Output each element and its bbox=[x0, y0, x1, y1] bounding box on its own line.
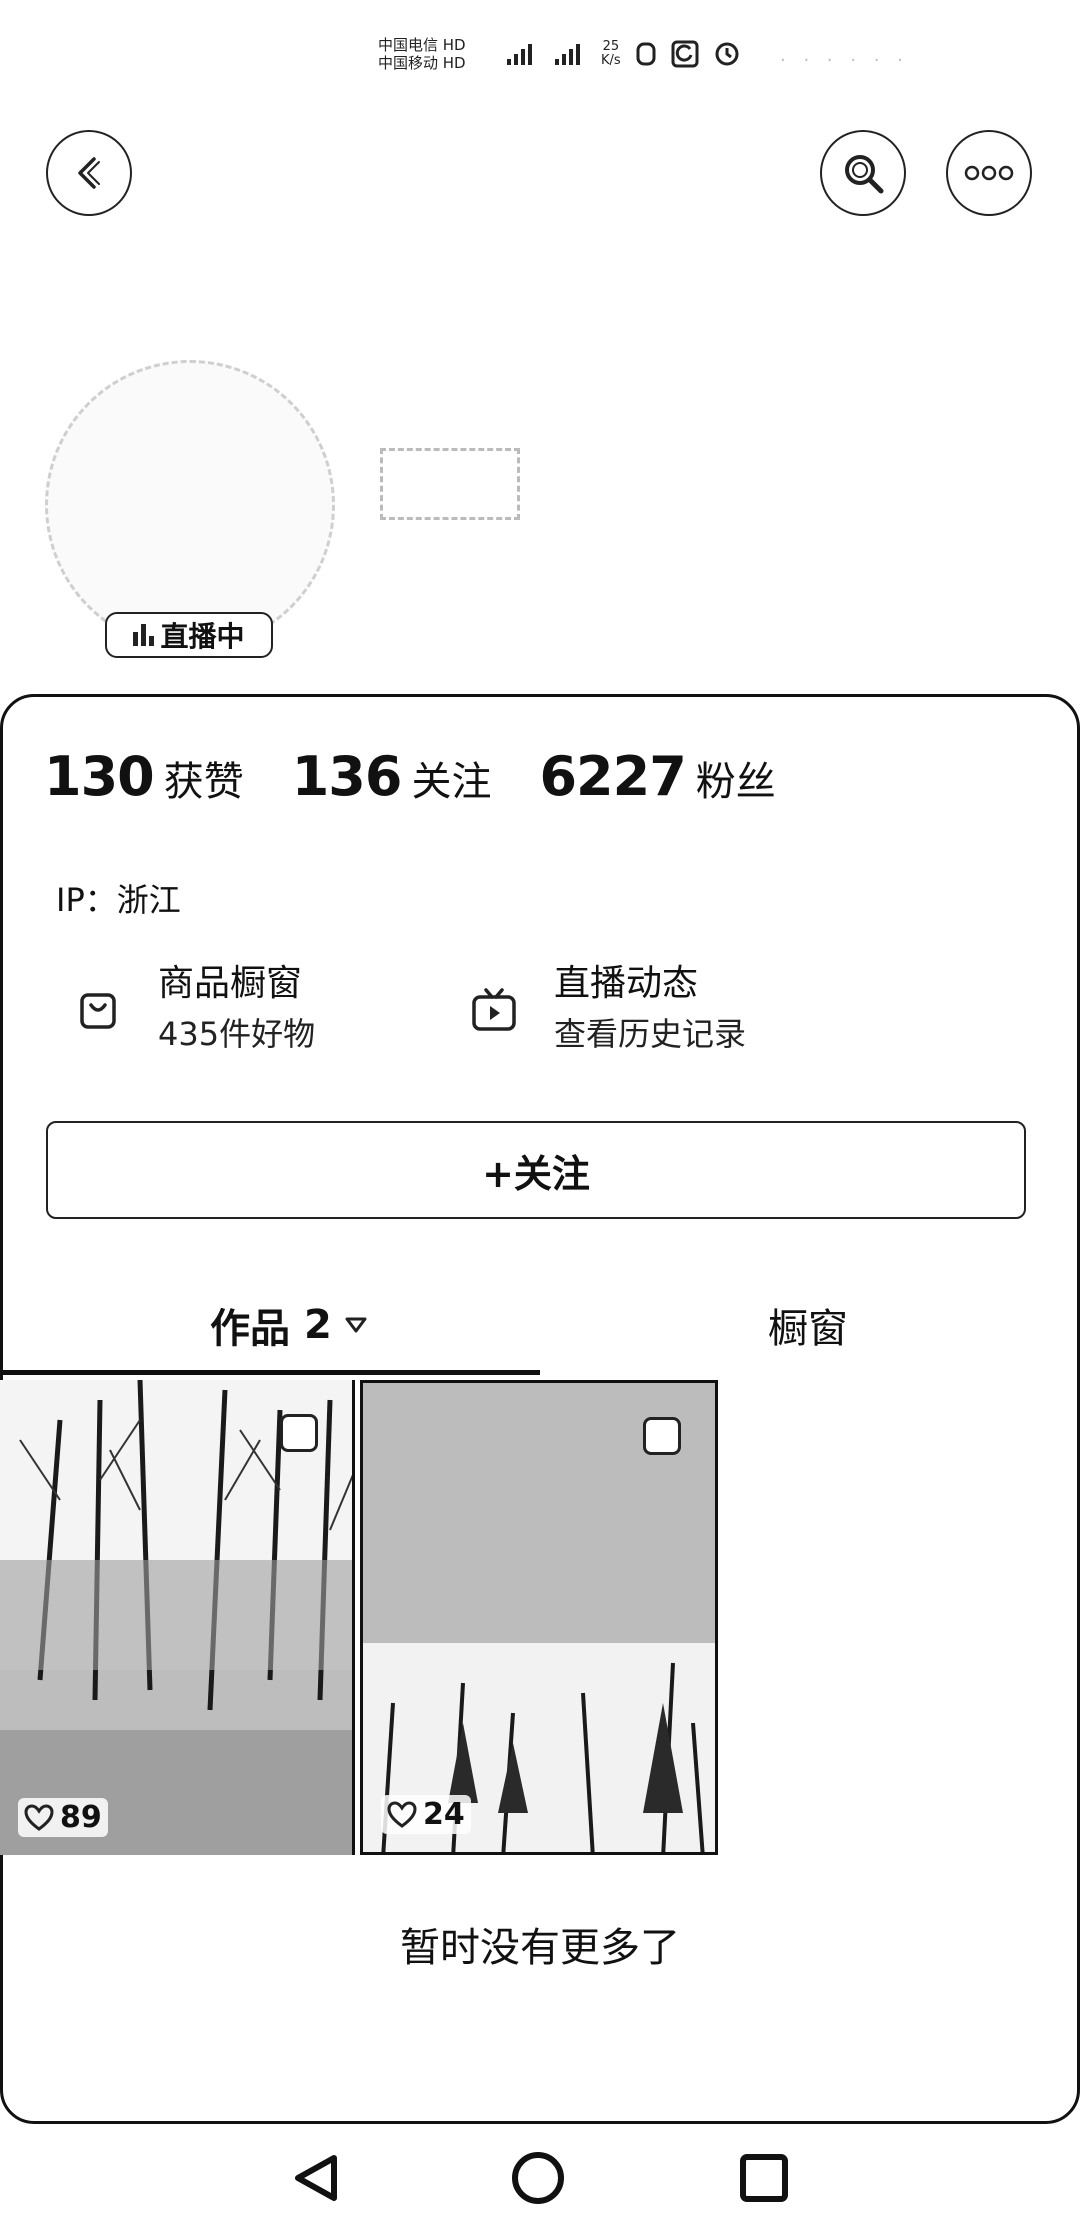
stat-likes[interactable]: 130 获赞 bbox=[44, 745, 244, 808]
feature-shop-subtitle: 435件好物 bbox=[158, 1015, 316, 1053]
status-time-blurred: · · · · · · bbox=[780, 50, 909, 71]
search-icon bbox=[845, 155, 884, 194]
system-home-button[interactable] bbox=[500, 2140, 576, 2216]
stat-likes-value: 130 bbox=[44, 745, 155, 808]
end-of-list-message: 暂时没有更多了 bbox=[400, 1925, 680, 1971]
live-badge-label: 直播中 bbox=[160, 620, 245, 653]
post-thumbnail-2[interactable]: 24 bbox=[360, 1380, 718, 1855]
post-1-likes: 89 bbox=[60, 1800, 102, 1835]
back-button[interactable] bbox=[46, 130, 132, 216]
stat-followers-value: 6227 bbox=[539, 745, 686, 808]
system-back-button[interactable] bbox=[278, 2140, 354, 2216]
post-thumbnail-1[interactable]: 89 bbox=[0, 1380, 355, 1855]
carrier-line-2: 中国移动 HD bbox=[378, 54, 466, 72]
feature-live-history[interactable]: 直播动态 查看历史记录 bbox=[468, 960, 746, 1060]
tv-play-icon bbox=[468, 984, 520, 1036]
heart-icon bbox=[387, 1800, 417, 1828]
net-speed-value: 25 bbox=[602, 39, 620, 54]
more-dots-icon bbox=[964, 165, 1014, 181]
profile-stats: 130 获赞 136 关注 6227 粉丝 bbox=[44, 745, 824, 808]
tab-works[interactable]: 作品 2 bbox=[210, 1296, 368, 1354]
caret-down-icon bbox=[345, 1317, 367, 1333]
stat-followers[interactable]: 6227 粉丝 bbox=[539, 745, 775, 808]
avatar[interactable] bbox=[45, 360, 335, 650]
post-like-count: 89 bbox=[18, 1798, 108, 1837]
tab-active-indicator bbox=[0, 1370, 540, 1375]
ip-location: IP：浙江 bbox=[56, 875, 181, 921]
follow-button[interactable]: +关注 bbox=[46, 1121, 1026, 1219]
stat-following-label: 关注 bbox=[411, 759, 492, 805]
net-speed: 25 K/s bbox=[601, 40, 621, 68]
carrier-line-1: 中国电信 HD bbox=[378, 36, 466, 54]
tab-works-count: 2 bbox=[304, 1302, 332, 1348]
stat-following[interactable]: 136 关注 bbox=[292, 745, 492, 808]
live-badge[interactable]: 直播中 bbox=[105, 612, 273, 658]
alarm-icon bbox=[715, 42, 739, 66]
tab-window-label: 橱窗 bbox=[768, 1306, 848, 1352]
ip-value: 浙江 bbox=[116, 881, 181, 919]
heart-icon bbox=[24, 1803, 54, 1831]
stat-likes-label: 获赞 bbox=[163, 759, 244, 805]
multi-image-icon bbox=[280, 1414, 318, 1452]
sync-icon bbox=[671, 40, 699, 68]
system-navigation-bar bbox=[0, 2128, 1080, 2228]
post-2-likes: 24 bbox=[423, 1797, 465, 1832]
system-recents-button[interactable] bbox=[726, 2140, 802, 2216]
ip-label: IP： bbox=[56, 881, 117, 919]
net-speed-unit: K/s bbox=[601, 53, 621, 68]
live-bars-icon bbox=[133, 624, 155, 646]
feature-live-title: 直播动态 bbox=[554, 963, 699, 1004]
status-icons: 25 K/s bbox=[505, 40, 741, 68]
triangle-back-icon bbox=[295, 2155, 337, 2201]
status-bar: 中国电信 HD 中国移动 HD 25 K/s · · · · · · bbox=[0, 0, 1080, 110]
shopping-bag-icon bbox=[72, 984, 124, 1036]
circle-home-icon bbox=[512, 2152, 564, 2204]
signal-icon bbox=[507, 44, 532, 65]
search-button[interactable] bbox=[820, 130, 906, 216]
tab-shop-window[interactable]: 橱窗 bbox=[768, 1296, 848, 1354]
carrier-info: 中国电信 HD 中国移动 HD bbox=[378, 36, 466, 72]
stat-following-value: 136 bbox=[291, 745, 403, 808]
stat-followers-label: 粉丝 bbox=[695, 759, 776, 805]
tab-works-label: 作品 bbox=[210, 1306, 290, 1352]
feature-shop-window[interactable]: 商品橱窗 435件好物 bbox=[72, 960, 315, 1060]
back-arrow-icon bbox=[78, 157, 100, 189]
feature-shop-title: 商品橱窗 bbox=[158, 963, 303, 1004]
more-button[interactable] bbox=[946, 130, 1032, 216]
post-like-count-2: 24 bbox=[381, 1795, 471, 1834]
profile-name-redacted bbox=[380, 448, 520, 520]
feature-live-subtitle: 查看历史记录 bbox=[554, 1015, 747, 1053]
multi-image-icon-2 bbox=[643, 1417, 681, 1455]
signal-icon-2 bbox=[555, 44, 580, 65]
square-recents-icon bbox=[740, 2154, 788, 2202]
nfc-icon bbox=[636, 42, 656, 66]
